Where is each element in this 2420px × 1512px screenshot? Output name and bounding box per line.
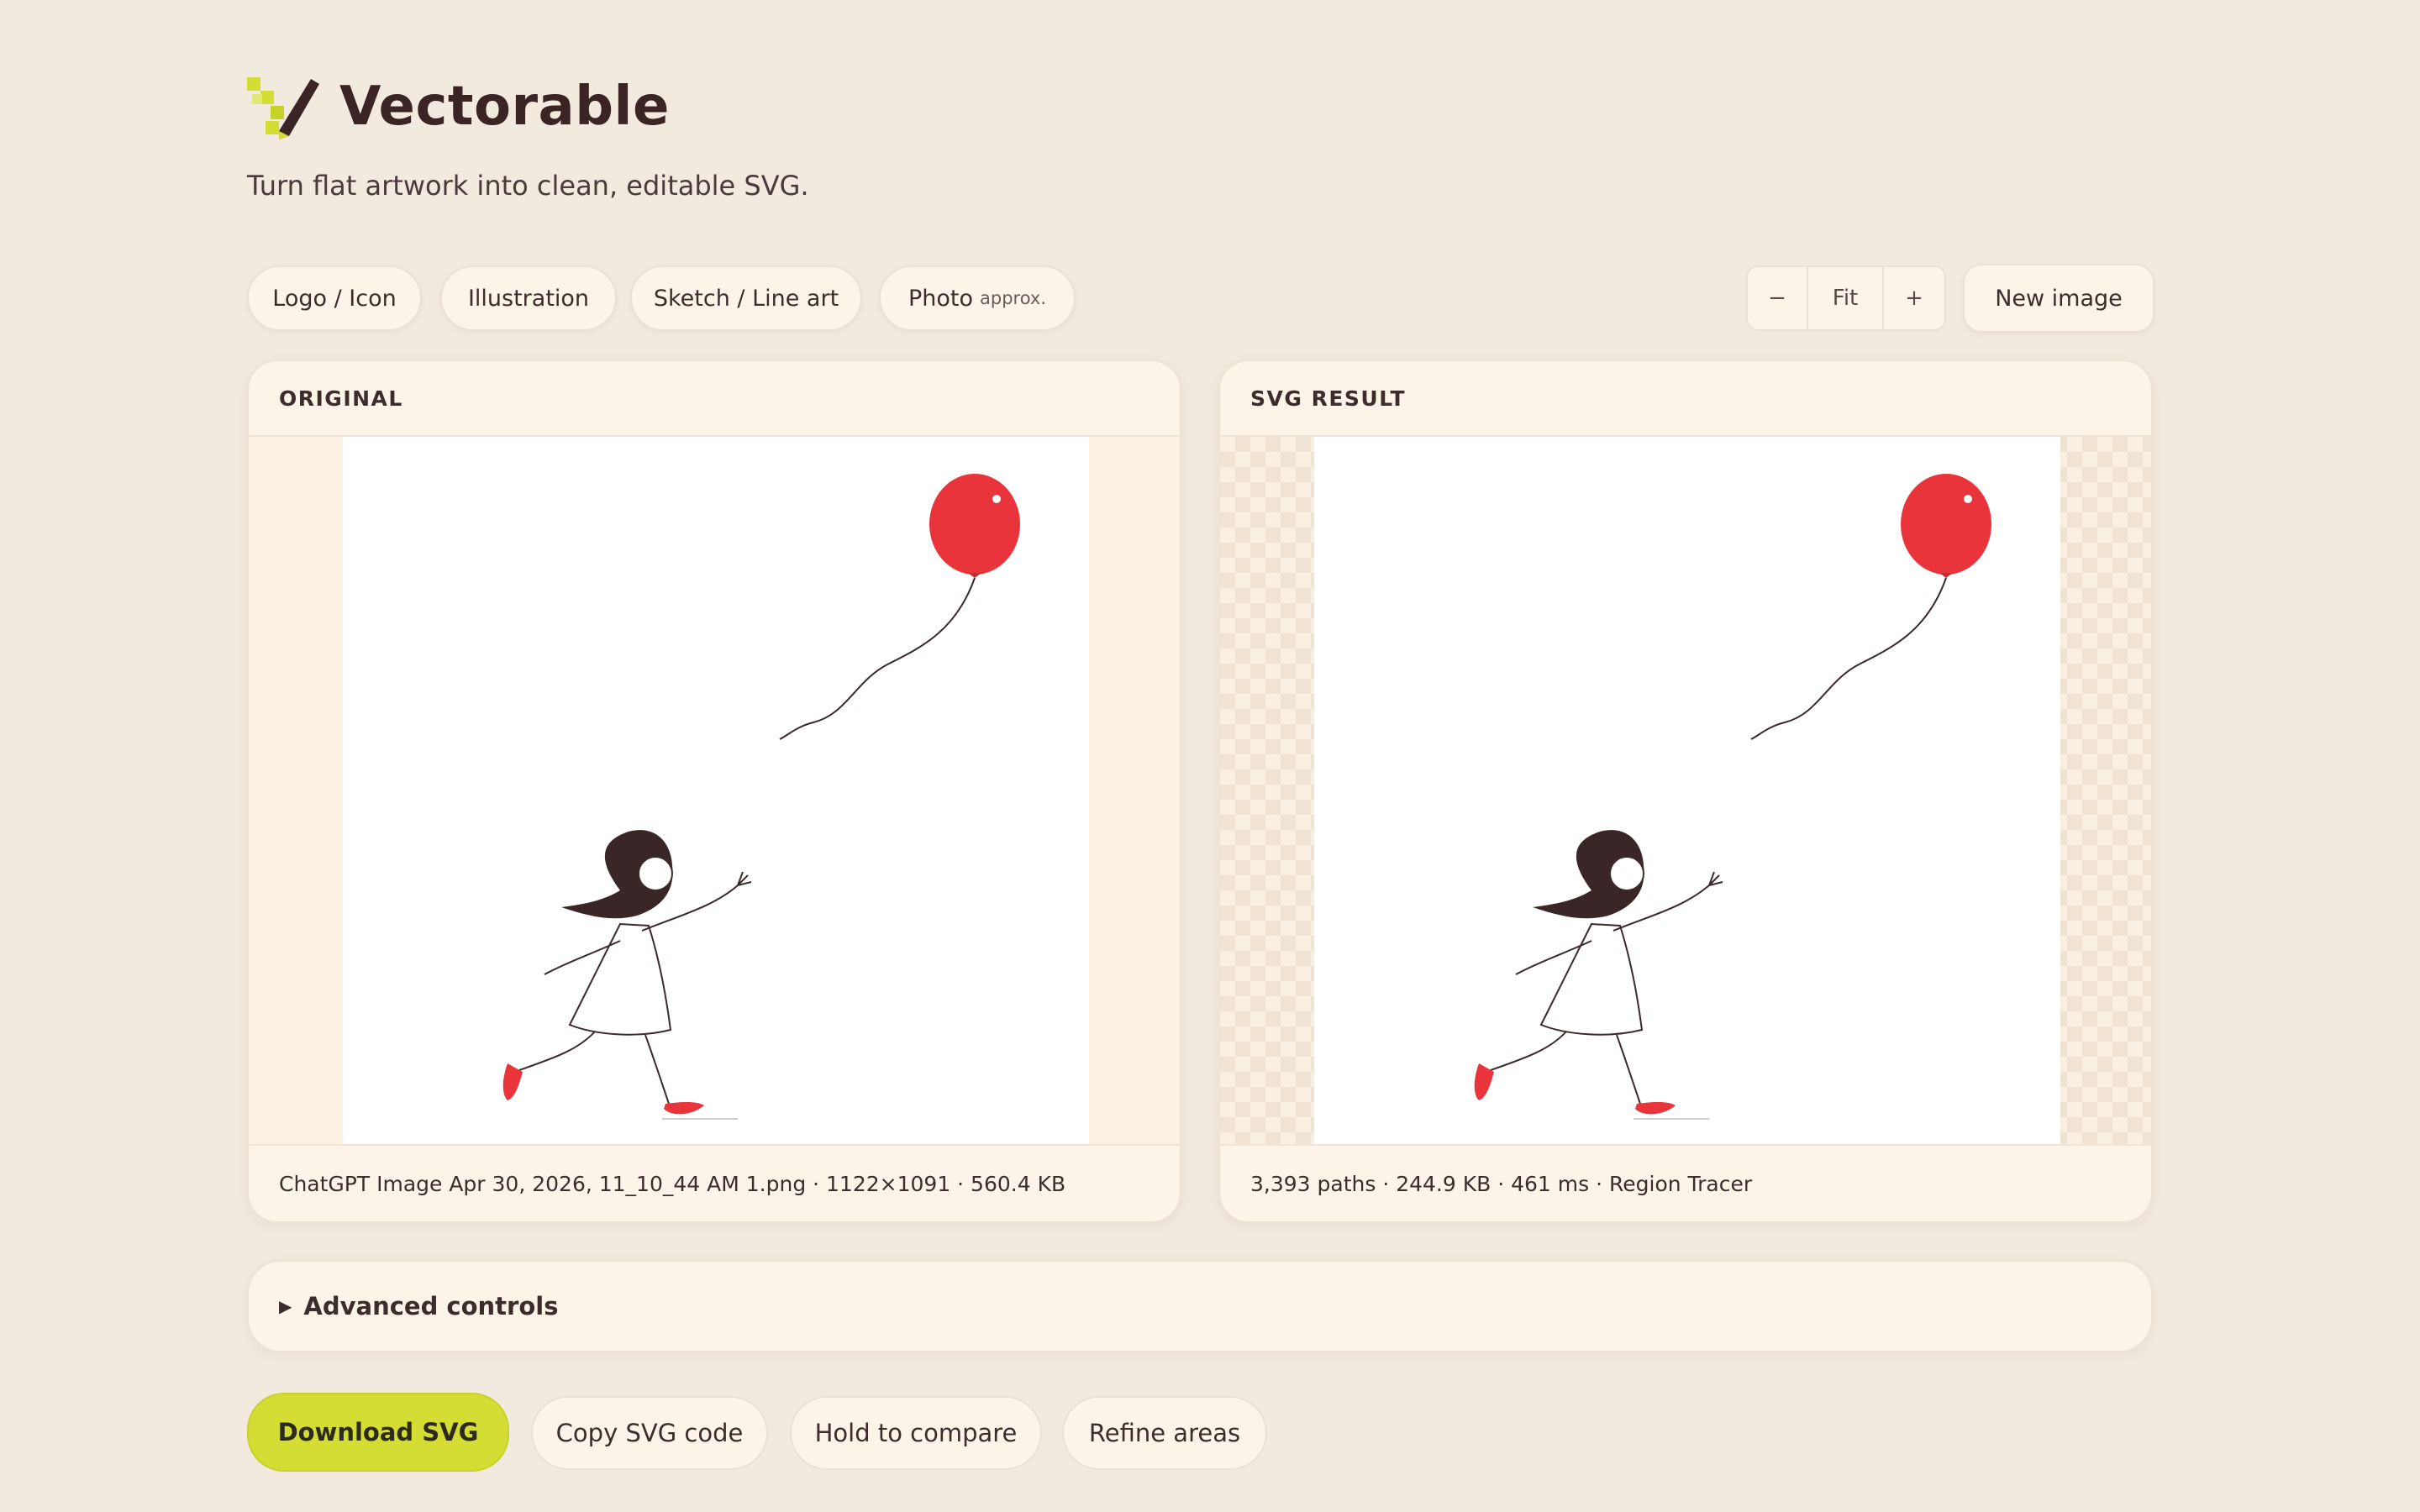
- refine-areas-button[interactable]: Refine areas: [1062, 1396, 1267, 1470]
- preset-photo-button[interactable]: Photo approx.: [879, 265, 1076, 331]
- original-panel: ORIGINAL ChatGPT Image Apr 30, 2026, 11_…: [247, 360, 1181, 1223]
- preset-label: Photo: [908, 285, 973, 312]
- preset-label: Logo / Icon: [272, 285, 397, 312]
- original-panel-title: ORIGINAL: [249, 361, 1180, 437]
- zoom-fit-button[interactable]: Fit: [1808, 267, 1884, 329]
- new-image-button[interactable]: New image: [1963, 264, 2154, 333]
- svg-result-image: [1314, 437, 2060, 1147]
- triangle-right-icon: ▶: [279, 1296, 292, 1316]
- tagline: Turn flat artwork into clean, editable S…: [247, 170, 809, 202]
- new-image-label: New image: [1995, 285, 2123, 312]
- preset-sketch-line-art-button[interactable]: Sketch / Line art: [630, 265, 862, 331]
- zoom-controls: − Fit +: [1746, 265, 1946, 331]
- app-page: Vectorable Turn flat artwork into clean,…: [0, 0, 2420, 1512]
- app-title: Vectorable: [339, 76, 670, 138]
- preset-illustration-button[interactable]: Illustration: [440, 265, 617, 331]
- preset-note: approx.: [980, 288, 1047, 308]
- original-file-info: ChatGPT Image Apr 30, 2026, 11_10_44 AM …: [249, 1144, 1180, 1221]
- zoom-out-button[interactable]: −: [1748, 267, 1808, 329]
- balloon-shape: [929, 474, 1020, 575]
- copy-svg-code-button[interactable]: Copy SVG code: [531, 1396, 768, 1470]
- original-image: [343, 437, 1089, 1147]
- zoom-in-button[interactable]: +: [1884, 267, 1944, 329]
- svg-result-panel-title: SVG RESULT: [1220, 361, 2151, 437]
- hold-to-compare-button[interactable]: Hold to compare: [790, 1396, 1042, 1470]
- svg-result-panel: SVG RESULT 3,393 paths · 244.9 KB · 461 …: [1218, 360, 2153, 1223]
- pen-pixel-logo-icon: [245, 72, 323, 141]
- preset-label: Illustration: [467, 285, 590, 312]
- download-svg-button[interactable]: Download SVG: [247, 1393, 509, 1472]
- advanced-controls-label: Advanced controls: [303, 1292, 559, 1320]
- advanced-controls-toggle[interactable]: ▶ Advanced controls: [247, 1260, 2153, 1352]
- original-stage: [249, 437, 1180, 1147]
- preset-label: Sketch / Line art: [653, 285, 839, 312]
- svg-result-stage: [1220, 437, 2151, 1147]
- brand-header: Vectorable: [245, 72, 670, 141]
- svg-result-stats: 3,393 paths · 244.9 KB · 461 ms · Region…: [1220, 1144, 2151, 1221]
- preset-logo-icon-button[interactable]: Logo / Icon: [247, 265, 422, 331]
